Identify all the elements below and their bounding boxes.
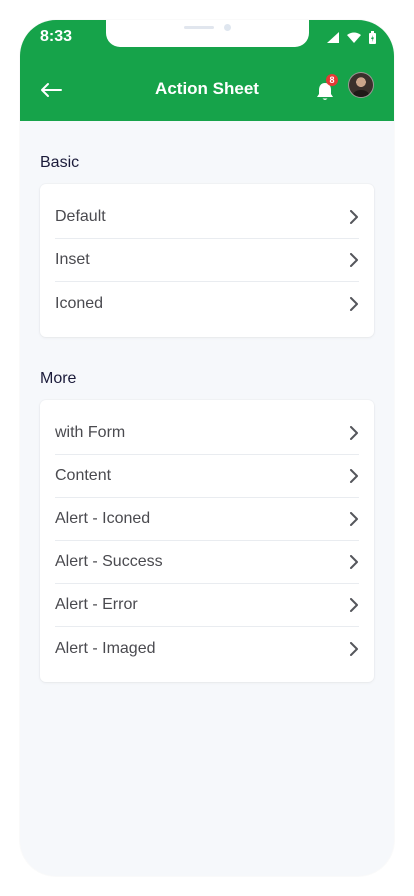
- chevron-right-icon: [350, 210, 358, 224]
- chevron-right-icon: [350, 253, 358, 267]
- list-item-label: Inset: [55, 251, 90, 268]
- list-item-default[interactable]: Default: [55, 196, 359, 239]
- more-list-card: with Form Content Alert - Iconed Alert -…: [40, 400, 374, 682]
- wifi-icon: [347, 32, 361, 43]
- chevron-right-icon: [350, 469, 358, 483]
- list-item-label: Default: [55, 208, 106, 225]
- section-title-basic: Basic: [40, 154, 80, 171]
- list-item-label: Alert - Error: [55, 596, 138, 613]
- arrow-left-icon: [41, 83, 62, 97]
- list-item-label: Content: [55, 467, 112, 484]
- phone-screen: 8:33 Action Sheet 8 Basic Default Inset …: [20, 20, 394, 876]
- cellular-signal-icon: [327, 32, 339, 43]
- chevron-right-icon: [350, 426, 358, 440]
- avatar[interactable]: [348, 72, 374, 98]
- chevron-right-icon: [350, 296, 358, 311]
- list-item-alert-imaged[interactable]: Alert - Imaged: [55, 627, 359, 670]
- list-item-inset[interactable]: Inset: [55, 239, 359, 282]
- basic-list-card: Default Inset Iconed: [40, 184, 374, 337]
- list-item-alert-success[interactable]: Alert - Success: [55, 541, 359, 584]
- list-item-label: Iconed: [55, 294, 104, 312]
- app-header: 8:33 Action Sheet 8: [20, 20, 394, 121]
- section-title-more: More: [40, 370, 77, 387]
- back-button[interactable]: [38, 80, 64, 100]
- notch-speaker: [184, 26, 214, 29]
- list-item-label: Alert - Imaged: [55, 639, 156, 657]
- main-content: Basic Default Inset Iconed More with For…: [20, 121, 394, 682]
- chevron-right-icon: [350, 598, 358, 612]
- notification-badge: 8: [326, 74, 338, 86]
- device-notch: [106, 20, 309, 47]
- status-icons: [327, 31, 376, 44]
- list-item-label: with Form: [55, 424, 126, 441]
- list-item-label: Alert - Iconed: [55, 510, 151, 527]
- chevron-right-icon: [350, 555, 358, 569]
- notifications-button[interactable]: 8: [314, 74, 338, 103]
- notch-camera: [224, 24, 231, 31]
- list-item-with-form[interactable]: with Form: [55, 412, 359, 455]
- status-time: 8:33: [40, 28, 73, 45]
- list-item-alert-iconed[interactable]: Alert - Iconed: [55, 498, 359, 541]
- list-item-content[interactable]: Content: [55, 455, 359, 498]
- battery-icon: [369, 31, 376, 44]
- list-item-iconed[interactable]: Iconed: [55, 282, 359, 325]
- list-item-alert-error[interactable]: Alert - Error: [55, 584, 359, 627]
- list-item-label: Alert - Success: [55, 553, 163, 570]
- chevron-right-icon: [350, 512, 358, 526]
- chevron-right-icon: [350, 641, 358, 656]
